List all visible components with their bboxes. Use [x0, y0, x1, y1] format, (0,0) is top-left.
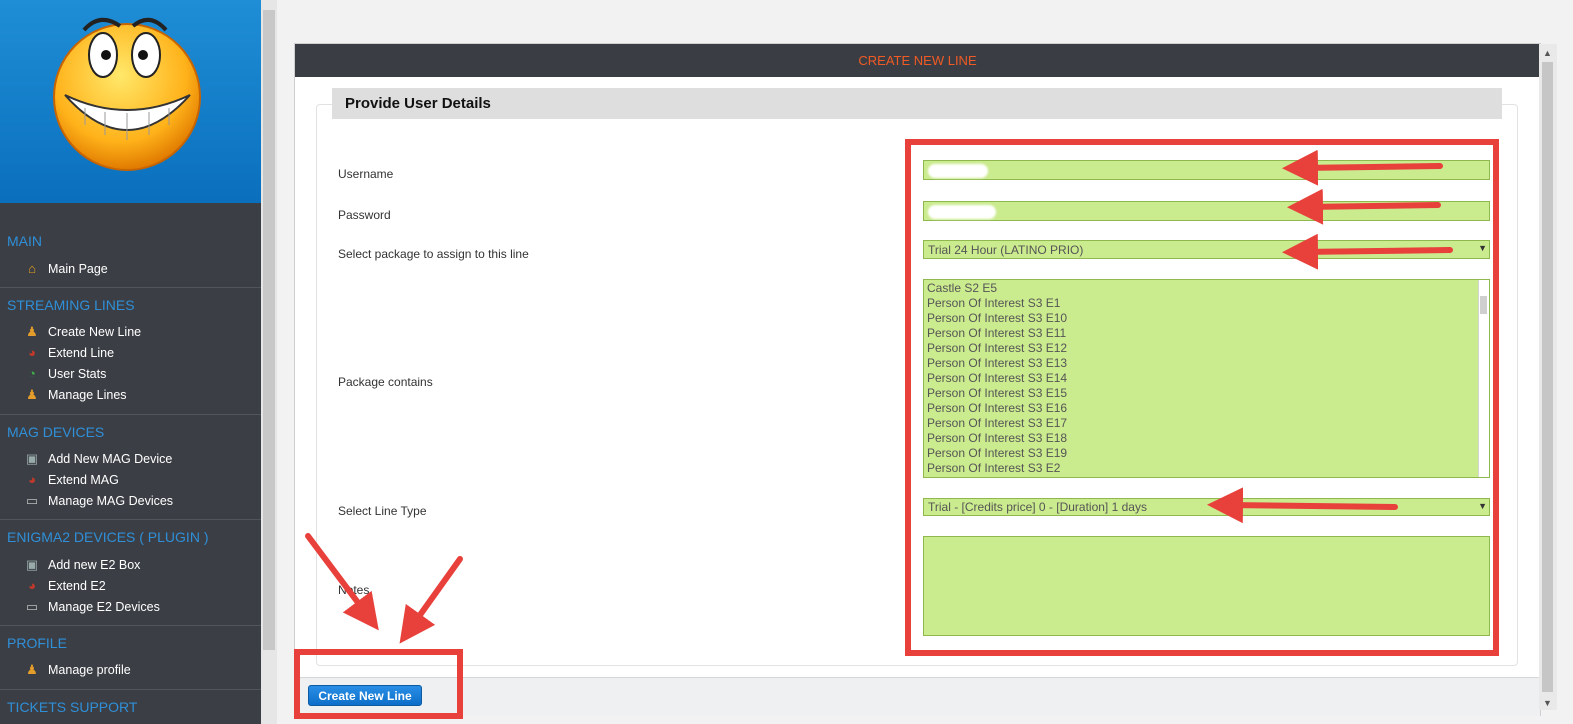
notes-textarea[interactable]	[923, 536, 1490, 636]
main-scrollbar[interactable]: ▲ ▼	[1539, 44, 1557, 710]
add-user-icon: ♟	[26, 323, 38, 339]
nav-title-profile: PROFILE	[7, 635, 67, 651]
sidebar-item-manage-mag-devices[interactable]: ▭ Manage MAG Devices	[24, 490, 173, 511]
package-select-value: Trial 24 Hour (LATINO PRIO)	[928, 242, 1084, 257]
add-device-icon: ▣	[25, 450, 39, 466]
sidebar-item-label: Manage MAG Devices	[48, 493, 174, 508]
sidebar-item-label: Manage E2 Devices	[48, 599, 160, 614]
redacted-value	[928, 164, 988, 178]
panel-header: CREATE NEW LINE	[295, 44, 1540, 77]
sidebar-item-manage-lines[interactable]: ♟ Manage Lines	[24, 384, 127, 405]
sidebar-item-extend-e2[interactable]: ◕ Extend E2	[24, 575, 106, 596]
sidebar-item-label: Manage profile	[48, 662, 131, 677]
list-item[interactable]: Person Of Interest S3 E16	[927, 401, 1486, 416]
list-item[interactable]: Person Of Interest S3 E1	[927, 296, 1486, 311]
package-contains-list[interactable]: Castle S2 E5 Person Of Interest S3 E1 Pe…	[923, 279, 1490, 478]
form-actions-bar	[295, 677, 1540, 716]
line-type-select[interactable]: Trial - [Credits price] 0 - [Duration] 1…	[923, 498, 1490, 516]
device-icon: ▭	[25, 492, 39, 508]
sidebar-item-add-new-mag-device[interactable]: ▣ Add New MAG Device	[24, 448, 173, 469]
sidebar-item-label: User Stats	[48, 366, 107, 381]
nav-title-tickets-support[interactable]: TICKETS SUPPORT	[7, 699, 137, 715]
redacted-value	[928, 205, 996, 219]
clock-icon: ◕	[28, 345, 36, 360]
sidebar: MAIN ⌂ Main Page STREAMING LINES ♟ Creat…	[0, 0, 261, 724]
package-select[interactable]: Trial 24 Hour (LATINO PRIO) ▼	[923, 240, 1490, 259]
list-item[interactable]: Person Of Interest S3 E13	[927, 356, 1486, 371]
section-legend: Provide User Details	[332, 88, 1502, 119]
user-edit-icon: ♟	[26, 386, 38, 402]
nav-title-streaming-lines: STREAMING LINES	[7, 297, 135, 313]
list-item[interactable]: Person Of Interest S3 E2	[927, 461, 1486, 476]
divider	[0, 519, 261, 520]
chevron-down-icon: ▼	[1478, 501, 1487, 511]
notes-label: Notes	[338, 583, 370, 597]
create-line-panel: CREATE NEW LINE Provide User Details Use…	[294, 43, 1541, 716]
sidebar-item-extend-mag[interactable]: ◕ Extend MAG	[24, 469, 119, 490]
sidebar-item-label: Manage Lines	[48, 387, 127, 402]
list-scrollbar[interactable]	[1478, 280, 1489, 477]
list-item[interactable]: Person Of Interest S3 E14	[927, 371, 1486, 386]
scroll-down-icon[interactable]: ▼	[1543, 698, 1552, 708]
sidebar-item-extend-line[interactable]: ◕ Extend Line	[24, 342, 114, 363]
sidebar-item-main-page[interactable]: ⌂ Main Page	[24, 258, 108, 279]
divider	[0, 689, 261, 690]
add-device-icon: ▣	[25, 556, 39, 572]
sidebar-item-label: Add new E2 Box	[48, 557, 141, 572]
sidebar-item-manage-profile[interactable]: ♟ Manage profile	[24, 659, 131, 680]
nav-title-enigma2-devices: ENIGMA2 DEVICES ( PLUGIN )	[7, 529, 209, 545]
list-item[interactable]: Castle S2 E5	[927, 281, 1486, 296]
chevron-down-icon: ▼	[1478, 243, 1487, 253]
list-item[interactable]: Person Of Interest S3 E19	[927, 446, 1486, 461]
house-icon: ⌂	[28, 261, 36, 276]
list-item[interactable]: Person Of Interest S3 E10	[927, 311, 1486, 326]
list-item[interactable]: Person Of Interest S3 E15	[927, 386, 1486, 401]
sidebar-item-label: Create New Line	[48, 324, 142, 339]
list-item[interactable]: Person Of Interest S3 E12	[927, 341, 1486, 356]
sidebar-item-user-stats[interactable]: ◔ User Stats	[24, 363, 106, 384]
list-item[interactable]: Person Of Interest S3 E11	[927, 326, 1486, 341]
smiley-logo-icon	[53, 18, 201, 171]
create-new-line-button[interactable]: Create New Line	[308, 685, 422, 706]
divider	[0, 625, 261, 626]
clock-icon: ◕	[28, 578, 36, 593]
divider	[0, 287, 261, 288]
logo-area	[0, 0, 261, 203]
scrollbar-thumb[interactable]	[1480, 296, 1487, 314]
username-label: Username	[338, 167, 394, 181]
clock-icon: ◕	[28, 472, 36, 487]
scrollbar-thumb[interactable]	[1542, 62, 1553, 692]
line-type-label: Select Line Type	[338, 504, 427, 518]
list-item[interactable]: Person Of Interest S3 E17	[927, 416, 1486, 431]
scroll-up-icon[interactable]: ▲	[1543, 48, 1552, 58]
sidebar-item-label: Extend E2	[48, 578, 106, 593]
username-input[interactable]	[923, 160, 1490, 180]
package-label: Select package to assign to this line	[338, 247, 529, 261]
list-item[interactable]: Person Of Interest S3 E18	[927, 431, 1486, 446]
password-input[interactable]	[923, 201, 1490, 221]
password-label: Password	[338, 208, 391, 222]
pie-chart-icon: ◔	[28, 366, 36, 381]
sidebar-item-label: Main Page	[48, 261, 108, 276]
sidebar-item-label: Extend Line	[48, 345, 115, 360]
sidebar-item-label: Add New MAG Device	[48, 451, 173, 466]
nav-title-main: MAIN	[7, 233, 42, 249]
line-type-select-value: Trial - [Credits price] 0 - [Duration] 1…	[928, 500, 1147, 514]
sidebar-item-create-new-line[interactable]: ♟ Create New Line	[24, 321, 141, 342]
sidebar-item-add-new-e2-box[interactable]: ▣ Add new E2 Box	[24, 554, 141, 575]
package-contains-label: Package contains	[338, 375, 433, 389]
sidebar-scrollbar[interactable]	[261, 0, 277, 724]
divider	[0, 414, 261, 415]
user-edit-icon: ♟	[26, 661, 38, 677]
nav-title-mag-devices: MAG DEVICES	[7, 424, 105, 440]
scrollbar-thumb[interactable]	[263, 10, 275, 650]
sidebar-item-manage-e2-devices[interactable]: ▭ Manage E2 Devices	[24, 596, 160, 617]
device-icon: ▭	[25, 598, 39, 614]
sidebar-item-label: Extend MAG	[48, 472, 119, 487]
